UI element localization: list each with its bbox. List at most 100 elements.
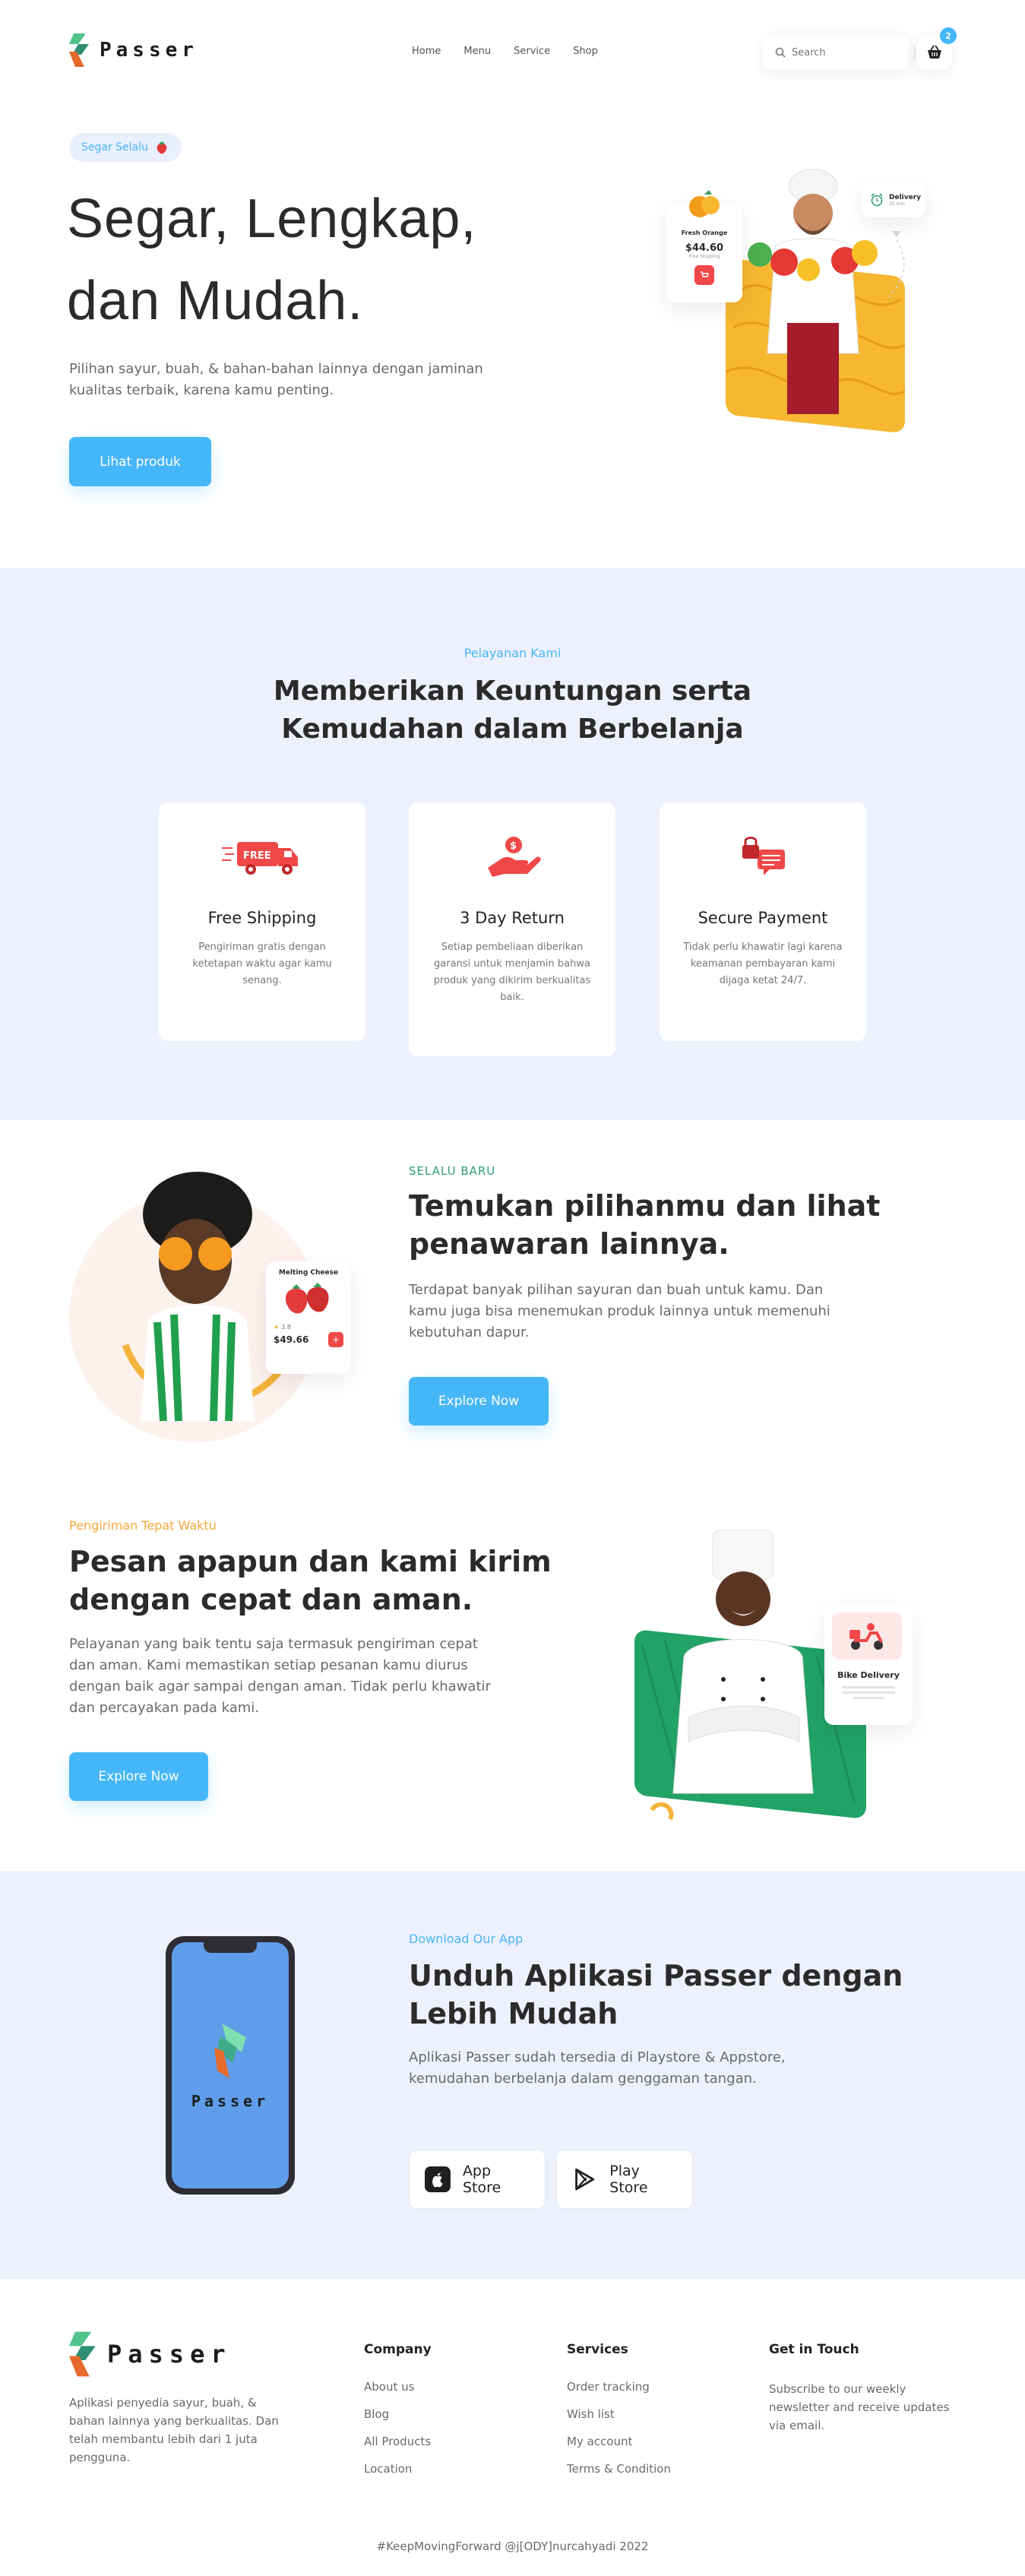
nav-service[interactable]: Service bbox=[514, 46, 550, 57]
hero-title-line1: Segar, Lengkap, bbox=[67, 188, 477, 249]
delivery-explore-button[interactable]: Explore Now bbox=[69, 1752, 208, 1801]
brand-logo[interactable]: Passer bbox=[69, 33, 198, 67]
search-input[interactable] bbox=[792, 46, 883, 59]
discover-description: Terdapat banyak pilihan sayuran dan buah… bbox=[409, 1282, 830, 1340]
hero-delivery-subtitle: 20 min bbox=[889, 201, 905, 207]
star-icon: ★ bbox=[274, 1324, 280, 1331]
hero-delivery-title: Delivery bbox=[889, 193, 922, 201]
phone-app-logo-icon bbox=[214, 2024, 246, 2078]
service-title-secure-payment: Secure Payment bbox=[698, 909, 828, 927]
service-card-free-shipping: FREE Free Shipping Pengiriman gratis den… bbox=[159, 802, 365, 1041]
footer-copyright: #KeepMovingForward @j[ODY]nurcahyadi 202… bbox=[376, 2540, 649, 2553]
service-card-3-day-return: $ 3 Day Return Setiap pembeliaan diberik… bbox=[409, 802, 615, 1056]
footer-link-blog[interactable]: Blog bbox=[364, 2407, 432, 2421]
delivery-title-line1: Pesan apapun dan kami kirim bbox=[69, 1545, 552, 1578]
hero-pill-label: Segar Selalu bbox=[81, 141, 148, 153]
footer-link-about[interactable]: About us bbox=[364, 2380, 432, 2394]
play-store-icon bbox=[575, 2168, 595, 2191]
footer-link-order-tracking[interactable]: Order tracking bbox=[567, 2380, 671, 2394]
brand-name: Passer bbox=[100, 39, 198, 62]
footer-link-terms[interactable]: Terms & Condition bbox=[567, 2462, 671, 2476]
discover-explore-button[interactable]: Explore Now bbox=[409, 1377, 549, 1426]
delivery-kicker: Pengiriman Tepat Waktu bbox=[69, 1518, 217, 1533]
service-desc-secure-payment: Tidak perlu khawatir lagi karena keamana… bbox=[683, 941, 843, 986]
hero-add-to-cart-button[interactable] bbox=[694, 265, 714, 285]
strawberries-image bbox=[285, 1283, 329, 1314]
nav-home[interactable]: Home bbox=[412, 46, 441, 57]
strawberry-icon bbox=[157, 141, 167, 154]
orange-fruit-icon bbox=[689, 190, 720, 217]
footer-link-location[interactable]: Location bbox=[364, 2462, 432, 2476]
brand-mark-icon bbox=[69, 33, 89, 67]
footer-company-column: Company About us Blog All Products Locat… bbox=[364, 2342, 432, 2489]
svg-text:$: $ bbox=[510, 840, 517, 852]
footer-link-all-products[interactable]: All Products bbox=[364, 2435, 432, 2448]
basket-icon bbox=[928, 45, 941, 59]
services-kicker: Pelayanan Kami bbox=[463, 646, 562, 660]
footer-description: Aplikasi penyedia sayur, buah, & bahan l… bbox=[69, 2396, 279, 2464]
footer-link-my-account[interactable]: My account bbox=[567, 2435, 671, 2448]
app-store-label: App Store bbox=[462, 2163, 501, 2196]
app-title-line1: Unduh Aplikasi Passer dengan bbox=[409, 1959, 903, 1992]
footer-contact-column: Get in Touch Subscribe to our weekly new… bbox=[769, 2342, 951, 2435]
hero-product-price: $44.60 bbox=[685, 242, 724, 254]
phone-mockup: Passer bbox=[166, 1936, 295, 2195]
discover-product-card[interactable]: Melting Cheese ★ 3.8 $49.66 + bbox=[266, 1261, 351, 1374]
play-store-button[interactable]: Play Store bbox=[556, 2150, 693, 2209]
app-kicker: Download Our App bbox=[409, 1932, 524, 1946]
service-title-3-day-return: 3 Day Return bbox=[460, 909, 565, 927]
nav-shop[interactable]: Shop bbox=[573, 46, 598, 57]
app-title-line2: Lebih Mudah bbox=[409, 1997, 618, 2030]
hand-money-icon: $ bbox=[488, 837, 541, 877]
hero-delivery-card: Delivery 20 min bbox=[862, 182, 925, 217]
hero-product-name: Fresh Orange bbox=[681, 229, 728, 236]
footer-link-wish-list[interactable]: Wish list bbox=[567, 2407, 671, 2421]
service-desc-free-shipping: Pengiriman gratis dengan ketetapan waktu… bbox=[192, 941, 332, 986]
service-title-free-shipping: Free Shipping bbox=[207, 909, 317, 927]
bike-delivery-card: Bike Delivery bbox=[824, 1605, 913, 1725]
phone-app-name: Passer bbox=[191, 2092, 270, 2110]
cart-count-badge: 2 bbox=[940, 27, 957, 44]
discover-add-button[interactable]: + bbox=[328, 1332, 343, 1347]
play-store-label: Play Store bbox=[609, 2163, 648, 2196]
footer-services-heading: Services bbox=[567, 2342, 628, 2357]
hero-pill: Segar Selalu bbox=[69, 133, 182, 162]
footer-services-column: Services Order tracking Wish list My acc… bbox=[567, 2342, 671, 2489]
discover-title-line1: Temukan pilihanmu dan lihat bbox=[409, 1189, 881, 1223]
svg-text:FREE: FREE bbox=[243, 850, 271, 862]
service-desc-3-day-return: Setiap pembeliaan diberikan garansi untu… bbox=[433, 941, 591, 1003]
discover-product-price: $49.66 bbox=[274, 1334, 309, 1345]
discover-product-rating: 3.8 bbox=[281, 1324, 291, 1331]
footer-brand-mark-icon bbox=[69, 2331, 96, 2377]
view-products-button[interactable]: Lihat produk bbox=[69, 437, 211, 486]
woman-with-oranges-image bbox=[122, 1172, 293, 1422]
footer-brand-name: Passer bbox=[107, 2340, 232, 2369]
apple-icon bbox=[425, 2166, 451, 2192]
app-store-button[interactable]: App Store bbox=[409, 2150, 546, 2209]
bike-delivery-title: Bike Delivery bbox=[837, 1670, 900, 1680]
orange-arc-decoration bbox=[650, 1802, 674, 1821]
search-divider bbox=[914, 46, 915, 59]
footer-contact-heading: Get in Touch bbox=[769, 2342, 859, 2357]
bike-delivery-text-lines bbox=[842, 1686, 895, 1699]
secure-chat-icon bbox=[742, 837, 785, 875]
service-card-secure-payment: Secure Payment Tidak perlu khawatir lagi… bbox=[660, 802, 866, 1041]
nav-menu[interactable]: Menu bbox=[463, 46, 491, 57]
delivery-description: Pelayanan yang baik tentu saja termasuk … bbox=[69, 1636, 491, 1716]
services-title-line2: Kemudahan dalam Berbelanja bbox=[281, 714, 744, 745]
search-icon bbox=[775, 47, 786, 58]
hero-product-card[interactable]: Fresh Orange $44.60 Free Shipping bbox=[666, 190, 742, 302]
footer-contact-text: Subscribe to our weekly newsletter and r… bbox=[769, 2382, 950, 2432]
footer-logo[interactable]: Passer bbox=[69, 2331, 232, 2377]
discover-title-line2: penawaran lainnya. bbox=[409, 1227, 729, 1261]
discover-kicker: SELALU BARU bbox=[409, 1164, 496, 1178]
footer-company-heading: Company bbox=[364, 2342, 432, 2357]
search-box[interactable] bbox=[763, 35, 909, 70]
discover-product-name: Melting Cheese bbox=[278, 1269, 339, 1277]
alarm-clock-icon bbox=[871, 193, 883, 207]
app-description: Aplikasi Passer sudah tersedia di Playst… bbox=[409, 2049, 786, 2087]
hero-dashed-path bbox=[888, 231, 905, 298]
free-truck-icon: FREE bbox=[222, 842, 298, 875]
cart-icon bbox=[701, 271, 709, 277]
chef-arms-crossed-image bbox=[672, 1530, 814, 1794]
